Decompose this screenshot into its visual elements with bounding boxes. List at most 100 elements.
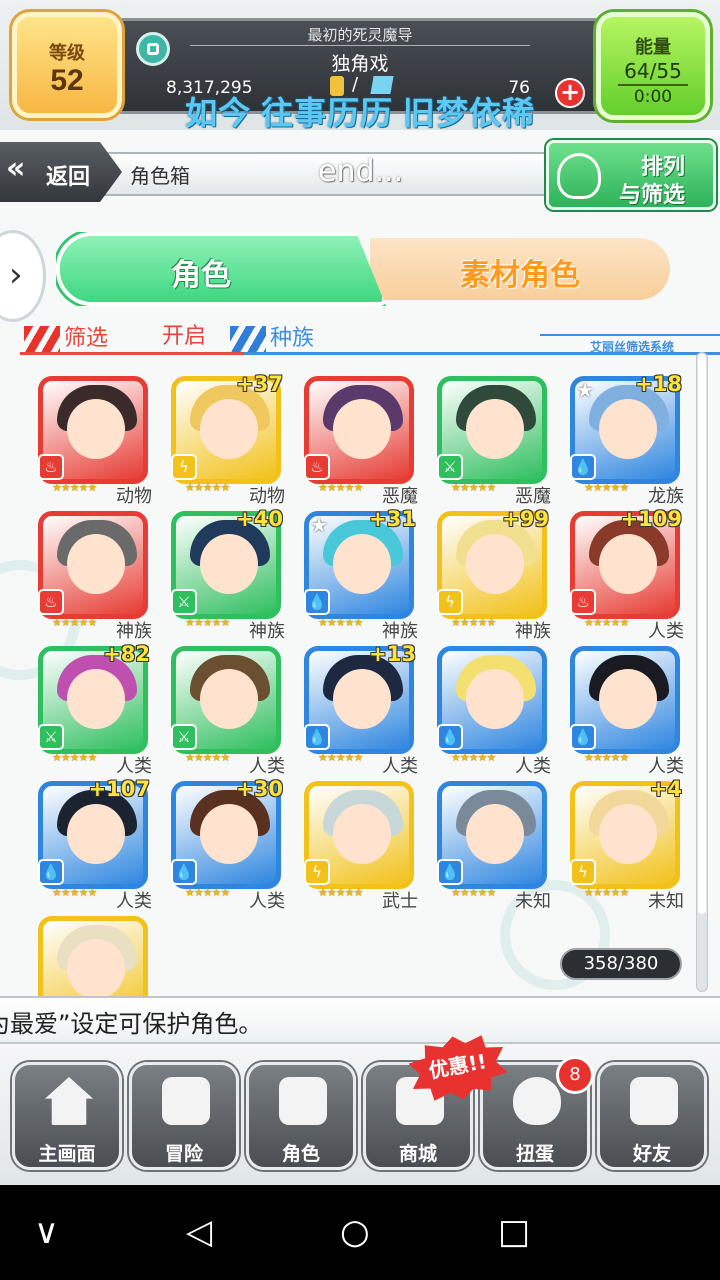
- thunder-element-icon: ϟ: [570, 859, 596, 885]
- level-label: 等级: [49, 43, 85, 63]
- tab-material-characters[interactable]: 素材角色: [370, 238, 670, 300]
- filter-label: 与筛选: [619, 183, 686, 208]
- character-card[interactable]: ϟ ★★★★★ 神族 +99: [433, 507, 551, 642]
- sort-filter-button[interactable]: 排列 与筛选: [546, 140, 716, 210]
- rarity-stars: ★★★★★: [451, 481, 496, 494]
- portrait-face: [67, 669, 125, 729]
- menu-label: 扭蛋: [515, 1143, 554, 1165]
- menu-button-5[interactable]: 好友: [597, 1062, 707, 1170]
- energy-divider: [618, 84, 688, 86]
- character-card[interactable]: 💧 ★★★★★ 人类 +30: [167, 777, 285, 912]
- home-icon: [45, 1077, 93, 1125]
- race-filter[interactable]: 种族: [270, 320, 314, 352]
- portrait-face: [200, 534, 258, 594]
- character-race: 武士: [382, 891, 418, 912]
- tip-ticker: 为最爱”设定可保护角色。: [0, 996, 720, 1044]
- character-card[interactable]: 💧 ★★★★★ 人类: [433, 644, 551, 777]
- side-menu-toggle[interactable]: ›: [0, 230, 46, 322]
- water-element-icon: 💧: [304, 589, 330, 615]
- plus-value: +31: [369, 507, 416, 531]
- menu-label: 商城: [398, 1143, 437, 1165]
- wind-element-icon: ⚔: [171, 724, 197, 750]
- character-card[interactable]: 💧 ★★★★★ 龙族 +18 ★: [566, 372, 684, 507]
- character-card[interactable]: 💧 ★★★★★ 人类: [566, 644, 684, 777]
- thunder-element-icon: ϟ: [437, 589, 463, 615]
- rarity-stars: ★★★★★: [451, 751, 496, 764]
- menu-label: 主画面: [38, 1143, 96, 1165]
- character-card[interactable]: ⚔ ★★★★★ 人类: [167, 644, 285, 777]
- menu-button-0[interactable]: 主画面: [12, 1062, 122, 1170]
- wind-element-icon: ⚔: [171, 589, 197, 615]
- rabbit-icon: [279, 1077, 327, 1125]
- back-label: 返回: [46, 165, 91, 190]
- rarity-stars: ★★★★★: [584, 751, 629, 764]
- character-race: 动物: [249, 486, 285, 507]
- plus-value: +107: [88, 777, 150, 801]
- portrait-face: [333, 669, 391, 729]
- double-chevron-left-icon: «: [6, 151, 26, 186]
- overlay-text: end...: [318, 154, 404, 189]
- rarity-stars: ★★★★★: [185, 616, 230, 629]
- page-title: 角色箱: [130, 164, 190, 188]
- plus-value: +109: [620, 507, 682, 531]
- menu-button-1[interactable]: 冒险: [129, 1062, 239, 1170]
- system-back-button[interactable]: ◁: [186, 1215, 212, 1249]
- system-home-button[interactable]: ○: [340, 1215, 370, 1249]
- tab-label: 素材角色: [460, 258, 580, 293]
- rarity-stars: ★★★★★: [318, 751, 363, 764]
- portrait-face: [333, 399, 391, 459]
- character-card[interactable]: ϟ ★★★★★ 未知 +4: [566, 777, 684, 912]
- plus-value: +30: [236, 777, 283, 801]
- scrollbar-thumb[interactable]: [698, 354, 706, 914]
- portrait-face: [599, 669, 657, 729]
- menu-button-2[interactable]: 角色: [246, 1062, 356, 1170]
- character-card[interactable]: ♨ ★★★★★ 人类 +109: [566, 507, 684, 642]
- character-card[interactable]: ϟ ★★★★★ 武士: [300, 779, 418, 912]
- portrait-face: [466, 534, 524, 594]
- menu-label: 好友: [632, 1143, 671, 1165]
- character-grid: ♨ ★★★★★ 动物 ϟ ★★★★★ 动物 +37 ♨ ★★★★★ 恶魔 ⚔ ★★★★★ 恶魔 💧 ★★★★…: [34, 372, 694, 1028]
- profile-icon[interactable]: [136, 32, 170, 66]
- portrait-face: [466, 804, 524, 864]
- portrait-face: [67, 804, 125, 864]
- notification-badge: 8: [556, 1056, 594, 1094]
- rarity-stars: ★★★★★: [185, 481, 230, 494]
- system-recent-button[interactable]: □: [498, 1215, 530, 1249]
- back-button[interactable]: « 返回: [0, 142, 122, 202]
- character-card[interactable]: ♨ ★★★★★ 神族: [34, 509, 152, 642]
- filter-status[interactable]: 开启: [162, 318, 206, 350]
- lyric-overlay: 如今 往事历历 旧梦依稀: [185, 95, 535, 131]
- portrait-face: [333, 534, 391, 594]
- character-card[interactable]: ⚔ ★★★★★ 恶魔: [433, 374, 551, 507]
- character-card[interactable]: ♨ ★★★★★ 恶魔: [300, 374, 418, 507]
- character-card[interactable]: ⚔ ★★★★★ 人类 +82: [34, 642, 152, 777]
- plus-value: +13: [369, 642, 416, 666]
- character-race: 神族: [116, 621, 152, 642]
- character-card[interactable]: 💧 ★★★★★ 人类 +107: [34, 777, 152, 912]
- rarity-stars: ★★★★★: [318, 886, 363, 899]
- wind-element-icon: ⚔: [437, 454, 463, 480]
- chevron-right-icon: ›: [9, 255, 23, 295]
- rarity-stars: ★★★★★: [185, 751, 230, 764]
- character-card[interactable]: ⚔ ★★★★★ 神族 +40: [167, 507, 285, 642]
- water-element-icon: 💧: [437, 724, 463, 750]
- stripe-decoration: [230, 326, 266, 352]
- friends-icon: [630, 1077, 678, 1125]
- character-card[interactable]: ϟ ★★★★★ 动物 +37: [167, 372, 285, 507]
- rarity-stars: ★★★★★: [185, 886, 230, 899]
- fire-element-icon: ♨: [304, 454, 330, 480]
- hide-keyboard-button[interactable]: ∨: [34, 1215, 59, 1249]
- character-card[interactable]: 💧 ★★★★★ 未知: [433, 779, 551, 912]
- character-card[interactable]: ♨ ★★★★★ 动物: [34, 374, 152, 507]
- water-element-icon: 💧: [171, 859, 197, 885]
- egg-icon: [513, 1077, 561, 1125]
- tab-characters[interactable]: 角色: [56, 232, 386, 306]
- character-race: 人类: [116, 891, 152, 912]
- fire-element-icon: ♨: [38, 589, 64, 615]
- character-card[interactable]: 💧 ★★★★★ 神族 +31 ★: [300, 507, 418, 642]
- plus-value: +40: [236, 507, 283, 531]
- character-card[interactable]: 💧 ★★★★★ 人类 +13: [300, 642, 418, 777]
- filter-underline: [20, 352, 720, 355]
- rarity-stars: ★★★★★: [584, 481, 629, 494]
- character-race: 人类: [249, 756, 285, 777]
